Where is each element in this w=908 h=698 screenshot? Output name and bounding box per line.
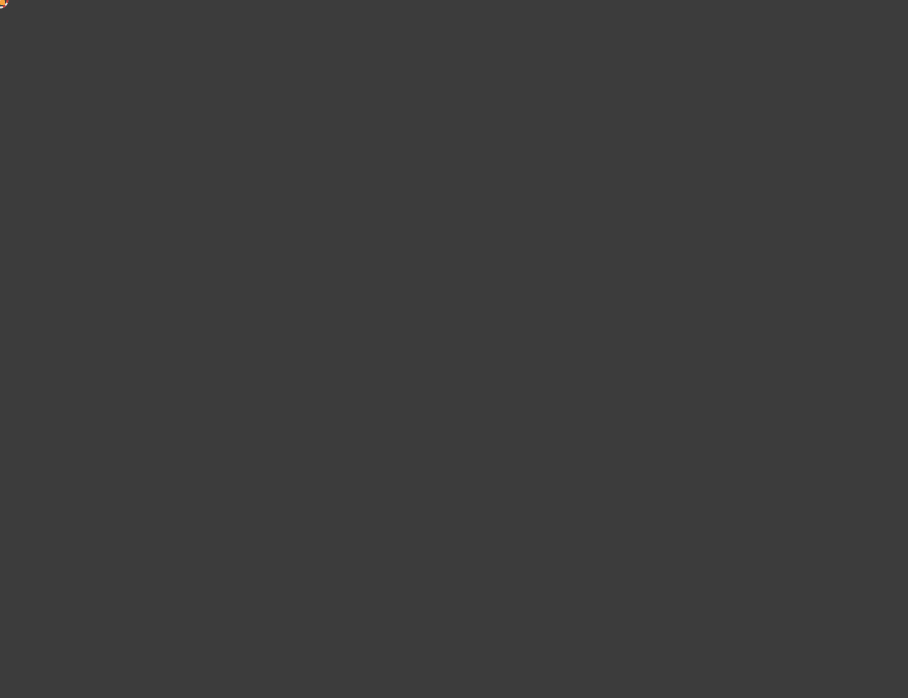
blender-3d-viewport[interactable]	[0, 0, 908, 698]
viewport-background[interactable]	[0, 0, 908, 698]
object-origin-dot	[0, 0, 5, 5]
viewport-canvas[interactable]	[0, 0, 908, 698]
